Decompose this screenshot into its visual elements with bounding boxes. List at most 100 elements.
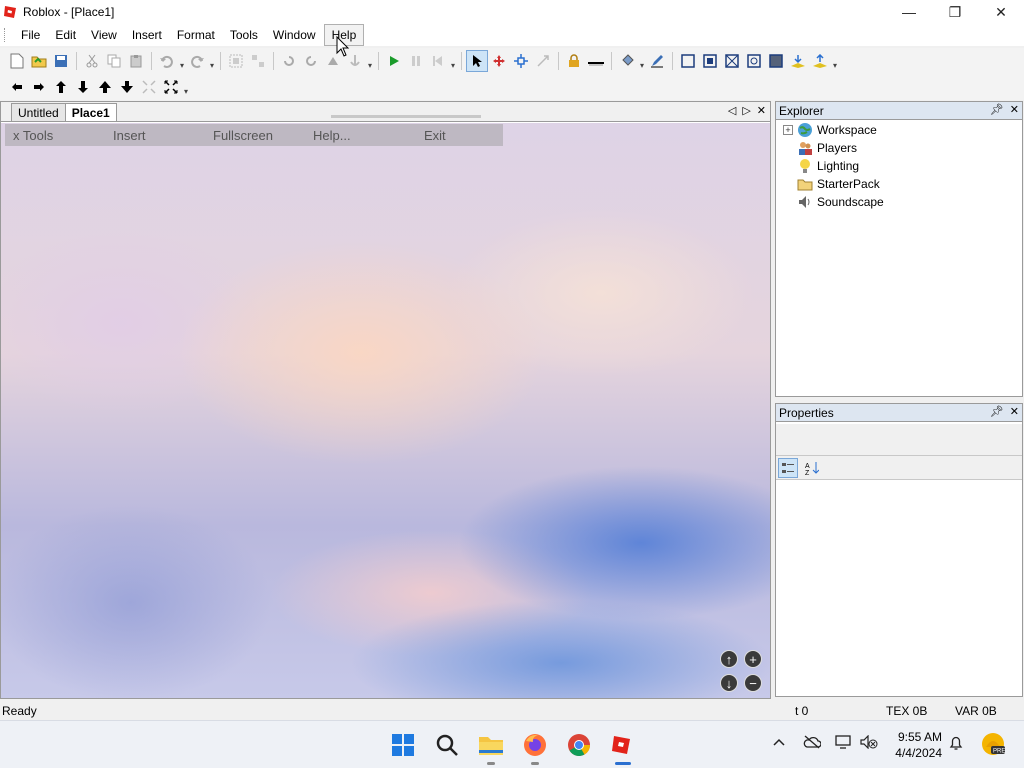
onedrive-icon[interactable] xyxy=(803,735,822,752)
arrow-right-icon[interactable] xyxy=(28,76,50,98)
tab-scroll-right-icon[interactable]: ▷ xyxy=(742,104,750,117)
ingame-exit-button[interactable]: Exit xyxy=(424,128,446,143)
tree-item-workspace[interactable]: + Workspace xyxy=(776,121,1022,139)
cut-icon[interactable] xyxy=(81,50,103,72)
play-icon[interactable] xyxy=(383,50,405,72)
save-icon[interactable] xyxy=(50,50,72,72)
ground-icon[interactable] xyxy=(585,50,607,72)
network-icon[interactable] xyxy=(834,735,852,752)
pause-icon[interactable] xyxy=(405,50,427,72)
box3-icon[interactable] xyxy=(721,50,743,72)
toolbar-overflow-icon[interactable]: ▾ xyxy=(182,78,190,96)
minimize-button[interactable]: — xyxy=(886,0,932,24)
box-icon[interactable] xyxy=(677,50,699,72)
group-icon[interactable] xyxy=(225,50,247,72)
arrow-up-icon[interactable] xyxy=(50,76,72,98)
expand-icon[interactable] xyxy=(160,76,182,98)
tab-close-icon[interactable]: ✕ xyxy=(757,104,766,117)
fill-icon[interactable] xyxy=(616,50,638,72)
expand-icon[interactable]: + xyxy=(783,125,793,135)
lock-icon[interactable] xyxy=(563,50,585,72)
close-icon[interactable]: ✕ xyxy=(1010,405,1019,418)
menu-window[interactable]: Window xyxy=(266,25,323,45)
copilot-pre-icon[interactable]: PRE xyxy=(980,731,1006,760)
pin-icon[interactable]: 📌︎ xyxy=(990,103,1004,116)
step-icon[interactable] xyxy=(427,50,449,72)
redo-dropdown-icon[interactable]: ▾ xyxy=(208,52,216,70)
camera-toolbar: ▾ xyxy=(0,74,1024,100)
ingame-help-button[interactable]: Help... xyxy=(313,128,351,143)
new-icon[interactable] xyxy=(6,50,28,72)
toolbar-overflow-icon[interactable]: ▾ xyxy=(366,52,374,70)
tab-scrollbar[interactable] xyxy=(331,115,481,118)
menu-view[interactable]: View xyxy=(84,25,124,45)
3d-viewport[interactable]: x Tools Insert Fullscreen Help... Exit ↑… xyxy=(1,123,770,698)
categorized-icon[interactable] xyxy=(778,457,798,478)
taskbar-clock[interactable]: 9:55 AM 4/4/2024 xyxy=(895,729,942,761)
file-explorer-button[interactable] xyxy=(475,729,507,765)
tree-item-label: Workspace xyxy=(817,123,877,137)
copy-icon[interactable] xyxy=(103,50,125,72)
maximize-button[interactable]: ❐ xyxy=(932,0,978,24)
zoom-in-icon[interactable]: + xyxy=(744,650,762,668)
menu-insert[interactable]: Insert xyxy=(125,25,169,45)
box4-icon[interactable] xyxy=(743,50,765,72)
tab-untitled[interactable]: Untitled xyxy=(11,103,66,121)
fill-dropdown-icon[interactable]: ▾ xyxy=(638,52,646,70)
open-icon[interactable] xyxy=(28,50,50,72)
svg-text:A: A xyxy=(805,463,810,470)
close-button[interactable]: ✕ xyxy=(978,0,1024,24)
menu-file[interactable]: File xyxy=(14,25,47,45)
menu-tools[interactable]: Tools xyxy=(223,25,265,45)
tab-scroll-left-icon[interactable]: ◁ xyxy=(728,104,736,117)
surface2-icon[interactable] xyxy=(809,50,831,72)
notification-bell-icon[interactable] xyxy=(948,735,964,754)
arrow-down-curve-icon[interactable] xyxy=(72,76,94,98)
toolbar-overflow-icon[interactable]: ▾ xyxy=(831,52,839,70)
camera-down-icon[interactable]: ↓ xyxy=(720,674,738,692)
tab-place1[interactable]: Place1 xyxy=(64,103,117,121)
arrow-up-bold-icon[interactable] xyxy=(94,76,116,98)
roblox-studio-button[interactable] xyxy=(607,729,639,765)
pin-icon[interactable]: 📌︎ xyxy=(990,405,1004,418)
ingame-fullscreen-button[interactable]: Fullscreen xyxy=(213,128,273,143)
alphabetical-icon[interactable]: AZ xyxy=(802,458,822,478)
firefox-button[interactable] xyxy=(519,729,551,765)
surface-icon[interactable] xyxy=(787,50,809,72)
tree-item-players[interactable]: Players xyxy=(776,139,1022,157)
undo-icon[interactable] xyxy=(156,50,178,72)
search-button[interactable] xyxy=(431,729,463,761)
move-icon[interactable] xyxy=(488,50,510,72)
arrow-left-icon[interactable] xyxy=(6,76,28,98)
start-button[interactable] xyxy=(387,729,419,761)
volume-muted-icon[interactable] xyxy=(860,734,878,752)
tree-item-soundscape[interactable]: Soundscape xyxy=(776,193,1022,211)
ingame-insert-button[interactable]: Insert xyxy=(113,128,146,143)
menu-format[interactable]: Format xyxy=(170,25,222,45)
play-dropdown-icon[interactable]: ▾ xyxy=(449,52,457,70)
ingame-tools-button[interactable]: x Tools xyxy=(13,128,53,143)
pencil-icon[interactable] xyxy=(646,50,668,72)
ungroup-icon[interactable] xyxy=(247,50,269,72)
status-tex: TEX 0B xyxy=(886,704,928,718)
box2-icon[interactable] xyxy=(699,50,721,72)
redo-icon[interactable] xyxy=(186,50,208,72)
arrow-down-bold-icon[interactable] xyxy=(116,76,138,98)
chrome-button[interactable] xyxy=(563,729,595,761)
resize-icon[interactable] xyxy=(510,50,532,72)
rotate-right-icon[interactable] xyxy=(300,50,322,72)
collapse-icon[interactable] xyxy=(138,76,160,98)
scale-icon[interactable] xyxy=(532,50,554,72)
tree-item-lighting[interactable]: Lighting xyxy=(776,157,1022,175)
tree-item-starterpack[interactable]: StarterPack xyxy=(776,175,1022,193)
box5-icon[interactable] xyxy=(765,50,787,72)
undo-dropdown-icon[interactable]: ▾ xyxy=(178,52,186,70)
select-icon[interactable] xyxy=(466,50,488,72)
tray-overflow-chevron-icon[interactable] xyxy=(772,735,786,752)
camera-up-icon[interactable]: ↑ xyxy=(720,650,738,668)
rotate-left-icon[interactable] xyxy=(278,50,300,72)
close-icon[interactable]: ✕ xyxy=(1010,103,1019,116)
menu-edit[interactable]: Edit xyxy=(48,25,83,45)
zoom-out-icon[interactable]: − xyxy=(744,674,762,692)
paste-icon[interactable] xyxy=(125,50,147,72)
